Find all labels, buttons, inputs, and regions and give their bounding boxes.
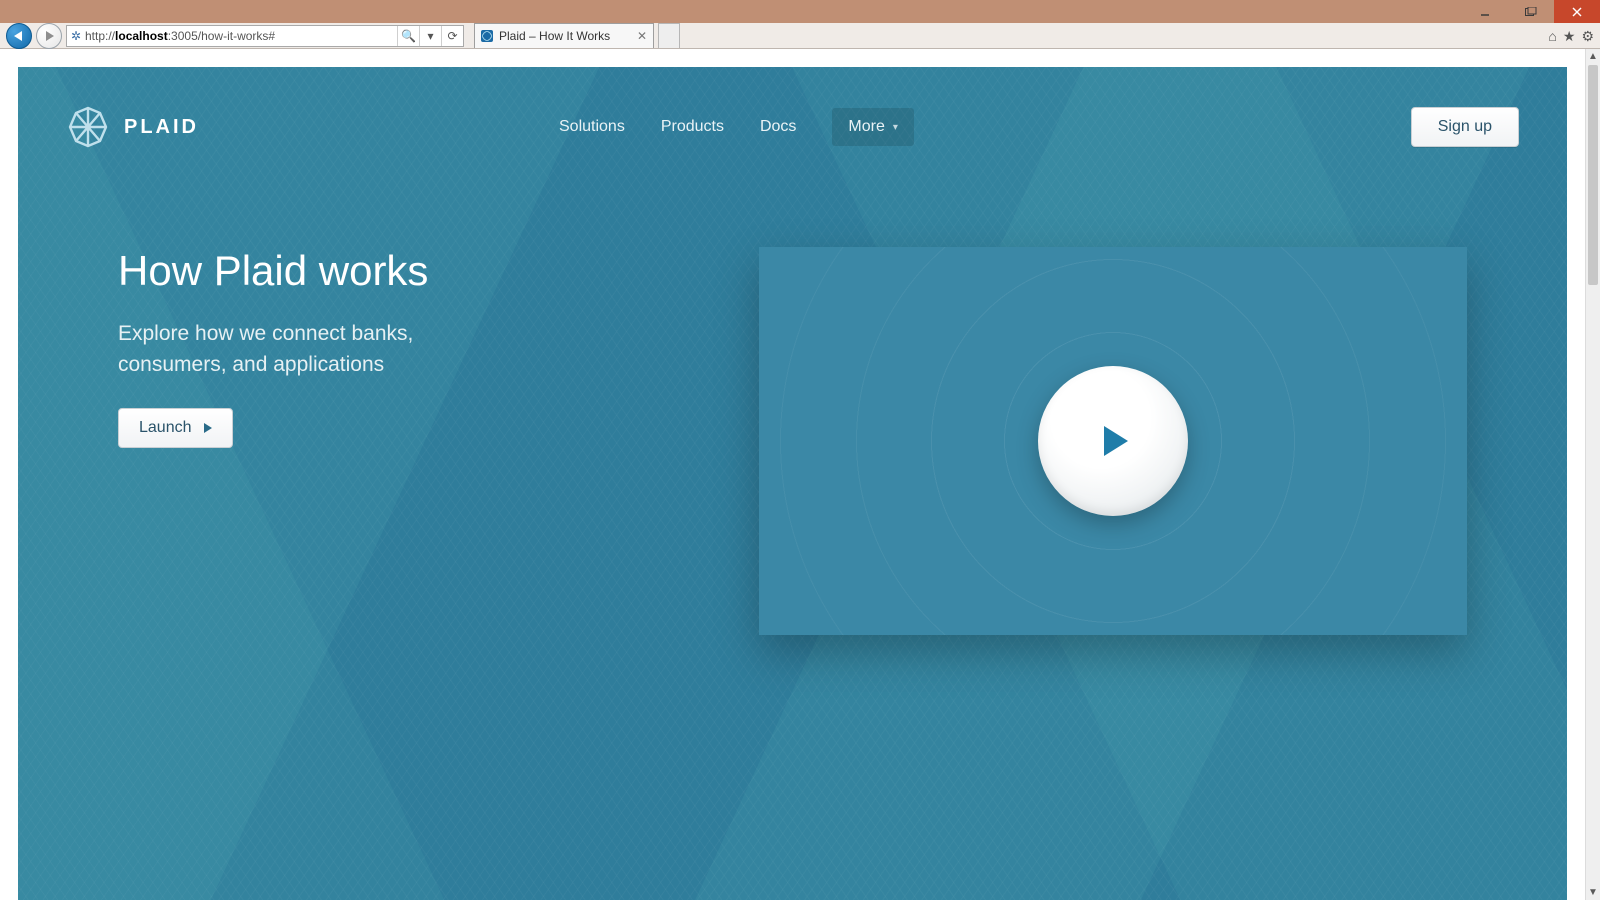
tab-title: Plaid – How It Works [499, 29, 610, 43]
nav-back-button[interactable] [6, 23, 32, 49]
new-tab-button[interactable] [658, 23, 680, 48]
launch-button[interactable]: Launch [118, 408, 233, 448]
hero-section: How Plaid works Explore how we connect b… [18, 187, 1567, 635]
site-header: PLAID Solutions Products Docs More ▾ Sig… [18, 67, 1567, 187]
url-text: http://localhost:3005/how-it-works# [85, 29, 397, 43]
tools-icon[interactable]: ⚙ [1581, 28, 1594, 45]
window-maximize-button[interactable] [1508, 0, 1554, 23]
scroll-down-icon[interactable]: ▼ [1586, 885, 1600, 900]
arrow-left-icon [14, 31, 22, 41]
hero-text: How Plaid works Explore how we connect b… [118, 247, 498, 635]
primary-nav: Solutions Products Docs More ▾ [559, 108, 914, 146]
window-close-button[interactable] [1554, 0, 1600, 23]
favorites-icon[interactable]: ★ [1563, 28, 1576, 45]
nav-docs[interactable]: Docs [760, 118, 796, 136]
hero-subheading: Explore how we connect banks, consumers,… [118, 319, 418, 380]
url-host: localhost [115, 29, 168, 43]
browser-tab[interactable]: Plaid – How It Works ✕ [474, 23, 654, 48]
hero-heading: How Plaid works [118, 247, 498, 295]
page-viewport: PLAID Solutions Products Docs More ▾ Sig… [0, 49, 1585, 900]
window-minimize-button[interactable] [1462, 0, 1508, 23]
play-triangle-icon [204, 423, 212, 433]
toolbar-right: ⌂ ★ ⚙ [1548, 23, 1594, 49]
signup-button[interactable]: Sign up [1411, 107, 1519, 147]
search-icon[interactable]: 🔍 [397, 26, 419, 46]
nav-solutions[interactable]: Solutions [559, 118, 625, 136]
plaid-logo-icon [66, 105, 110, 149]
tab-favicon-icon [481, 30, 493, 42]
launch-label: Launch [139, 419, 192, 437]
scroll-up-icon[interactable]: ▲ [1586, 49, 1600, 64]
home-icon[interactable]: ⌂ [1548, 28, 1556, 44]
video-preview[interactable] [759, 247, 1467, 635]
brand-name: PLAID [124, 116, 199, 139]
nav-forward-button[interactable] [36, 23, 62, 49]
nav-more[interactable]: More ▾ [832, 108, 913, 146]
dropdown-icon[interactable]: ▾ [419, 26, 441, 46]
url-path: :3005/how-it-works# [168, 29, 275, 43]
window-titlebar [0, 0, 1600, 23]
nav-products[interactable]: Products [661, 118, 724, 136]
page: PLAID Solutions Products Docs More ▾ Sig… [18, 67, 1567, 900]
tab-close-button[interactable]: ✕ [637, 29, 647, 43]
scroll-thumb[interactable] [1588, 65, 1598, 285]
vertical-scrollbar[interactable]: ▲ ▼ [1585, 49, 1600, 900]
refresh-icon[interactable]: ⟳ [441, 26, 463, 46]
browser-toolbar: ✲ http://localhost:3005/how-it-works# 🔍 … [0, 23, 1600, 49]
brand-logo[interactable]: PLAID [66, 105, 199, 149]
arrow-right-icon [46, 31, 54, 41]
play-button[interactable] [1038, 366, 1188, 516]
nav-more-label: More [848, 118, 884, 136]
play-icon [1104, 426, 1128, 456]
site-favicon-icon: ✲ [67, 29, 85, 43]
address-bar[interactable]: ✲ http://localhost:3005/how-it-works# 🔍 … [66, 25, 464, 47]
url-scheme: http:// [85, 29, 115, 43]
chevron-down-icon: ▾ [893, 122, 898, 133]
